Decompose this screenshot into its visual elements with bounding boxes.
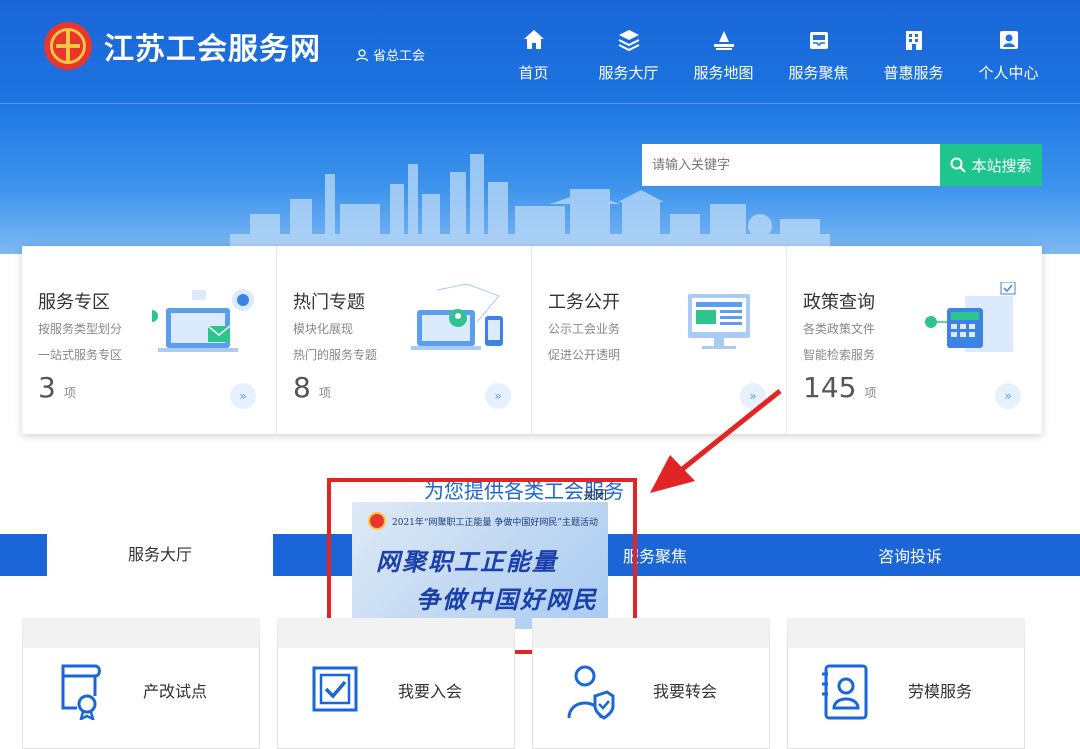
search-input[interactable] [642,144,940,186]
card-desc: 各类政策文件 [803,322,876,336]
nav-item-service-map[interactable]: 服务地图 [676,26,771,83]
tab-service-hall[interactable]: 服务大厅 [47,525,273,581]
certificate-icon [61,664,101,720]
laptop-mail-icon [152,289,254,352]
card-hot-topics[interactable]: 热门专题 模块化展现 热门的服务专题 8项 » [277,246,532,434]
service-label: 我要转会 [653,682,718,701]
map-icon [676,26,771,54]
card-desc: 一站式服务专区 [38,348,123,362]
nav-label: 服务地图 [693,64,754,82]
service-tile-transfer[interactable]: 我要转会 [532,618,770,749]
tab-consult-complaint[interactable]: 咨询投诉 [815,534,1005,576]
card-desc: 热门的服务专题 [293,348,378,362]
card-desc: 智能检索服务 [803,348,876,362]
building-icon [866,26,961,54]
nav-item-personal[interactable]: 个人中心 [961,26,1056,83]
inbox-icon [771,26,866,54]
nav-item-benefit[interactable]: 普惠服务 [866,26,961,83]
site-header: 江苏工会服务网 省总工会 首页 服务大厅 服务地图 服务聚焦 普惠服务 个人中心 [0,0,1080,104]
card-desc: 促进公开透明 [548,348,621,362]
org-link-label: 省总工会 [373,49,426,64]
checkbox-icon [312,666,358,712]
monitor-icon [688,294,750,349]
union-emblem-icon [44,22,92,70]
nav-item-service-hall[interactable]: 服务大厅 [581,26,676,83]
card-more-button[interactable]: » [230,383,256,409]
card-desc: 模块化展现 [293,322,354,336]
service-tile-model-worker[interactable]: 劳模服务 [787,618,1025,749]
card-title: 热门专题 [293,292,365,313]
card-service-zone[interactable]: 服务专区 按服务类型划分 一站式服务专区 3项 » [22,246,277,434]
service-label: 产改试点 [143,682,208,701]
service-tile-join[interactable]: 我要入会 [277,618,515,749]
devices-icon [411,283,503,350]
card-count: 145 项 [803,371,877,404]
site-title: 江苏工会服务网 [104,32,321,67]
org-link[interactable]: 省总工会 [355,45,425,64]
card-more-button[interactable]: » [485,383,511,409]
service-label: 我要入会 [398,682,463,701]
card-more-button[interactable]: » [995,383,1021,409]
nav-item-service-focus[interactable]: 服务聚焦 [771,26,866,83]
card-desc: 公示工会业务 [548,322,621,336]
card-policy-search[interactable]: 政策查询 各类政策文件 智能检索服务 145 项 » [787,246,1042,434]
nav-label: 服务聚焦 [788,64,849,82]
search-button[interactable]: 本站搜索 [940,144,1042,186]
user-id-icon [961,26,1056,54]
person-shield-icon [567,665,615,720]
main-nav: 首页 服务大厅 服务地图 服务聚焦 普惠服务 个人中心 [486,26,1056,83]
nav-label: 个人中心 [978,64,1039,82]
calculator-document-icon [925,282,1016,352]
search-button-label: 本站搜索 [971,156,1032,175]
nav-label: 普惠服务 [883,64,944,82]
card-desc: 按服务类型划分 [38,322,123,336]
card-title: 服务专区 [38,292,110,313]
card-title: 政策查询 [803,292,875,313]
service-label: 劳模服务 [908,682,973,701]
search-icon [950,157,967,173]
home-icon [486,26,581,54]
layers-icon [581,26,676,54]
service-tile-pilot[interactable]: 产改试点 [22,618,260,749]
site-logo[interactable]: 江苏工会服务网 [44,22,321,70]
nav-label: 首页 [518,64,549,82]
badge-person-icon [822,664,868,720]
card-count: 3项 [38,371,76,404]
card-count: 8项 [293,371,331,404]
nav-label: 服务大厅 [598,64,659,82]
nav-item-home[interactable]: 首页 [486,26,581,83]
user-icon [355,48,369,61]
annotation-arrow-icon [650,389,782,493]
card-title: 工务公开 [548,292,620,313]
feature-cards: 服务专区 按服务类型划分 一站式服务专区 3项 » 热门专题 模块化展现 热门的… [22,246,1042,434]
